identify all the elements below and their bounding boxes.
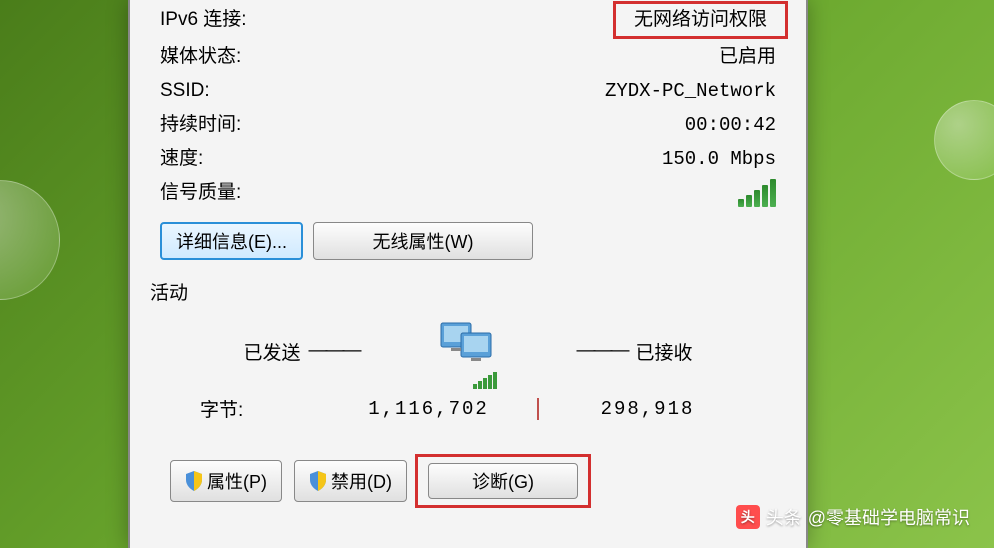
- speed-label: 速度:: [160, 145, 310, 173]
- info-row-ssid: SSID: ZYDX-PC_Network: [160, 74, 776, 108]
- info-row-speed: 速度: 150.0 Mbps: [160, 142, 776, 176]
- shield-icon: [185, 471, 203, 491]
- bytes-label: 字节:: [200, 395, 320, 422]
- background-bubble: [0, 180, 60, 300]
- info-row-media: 媒体状态: 已启用: [160, 40, 776, 74]
- info-row-ipv6: IPv6 连接: 无网络访问权限: [160, 0, 776, 40]
- speed-value: 150.0 Mbps: [662, 145, 776, 173]
- received-label: ———已接收: [533, 338, 736, 365]
- network-status-dialog: IPv6 连接: 无网络访问权限 媒体状态: 已启用 SSID: ZYDX-PC…: [128, 0, 808, 548]
- duration-value: 00:00:42: [685, 111, 776, 139]
- ipv6-value: 无网络访问权限: [613, 1, 788, 39]
- background-bubble: [934, 100, 994, 180]
- network-activity-icon: [433, 315, 503, 387]
- disable-button[interactable]: 禁用(D): [294, 460, 407, 502]
- watermark-icon: 头: [736, 505, 760, 529]
- ssid-value: ZYDX-PC_Network: [605, 77, 776, 105]
- info-row-signal: 信号质量:: [160, 176, 776, 210]
- details-button[interactable]: 详细信息(E)...: [160, 222, 303, 260]
- ipv6-label: IPv6 连接:: [160, 6, 310, 34]
- duration-label: 持续时间:: [160, 111, 310, 139]
- info-row-duration: 持续时间: 00:00:42: [160, 108, 776, 142]
- properties-button[interactable]: 属性(P): [170, 460, 282, 502]
- shield-icon: [309, 471, 327, 491]
- watermark-prefix: 头条: [766, 504, 802, 530]
- signal-bars-icon: [738, 179, 776, 207]
- activity-section-title: 活动: [150, 278, 776, 305]
- ssid-label: SSID:: [160, 77, 310, 105]
- bytes-received-value: 298,918: [539, 398, 756, 420]
- sent-label: 已发送———: [200, 338, 403, 365]
- wireless-properties-button[interactable]: 无线属性(W): [313, 222, 533, 260]
- signal-quality-label: 信号质量:: [160, 179, 310, 207]
- watermark: 头 头条 @零基础学电脑常识: [736, 504, 970, 530]
- diagnose-highlight: 诊断(G): [415, 454, 591, 508]
- diagnose-button[interactable]: 诊断(G): [428, 463, 578, 499]
- watermark-text: @零基础学电脑常识: [808, 504, 970, 530]
- bytes-sent-value: 1,116,702: [320, 398, 537, 420]
- media-state-value: 已启用: [719, 43, 776, 71]
- media-state-label: 媒体状态:: [160, 43, 310, 71]
